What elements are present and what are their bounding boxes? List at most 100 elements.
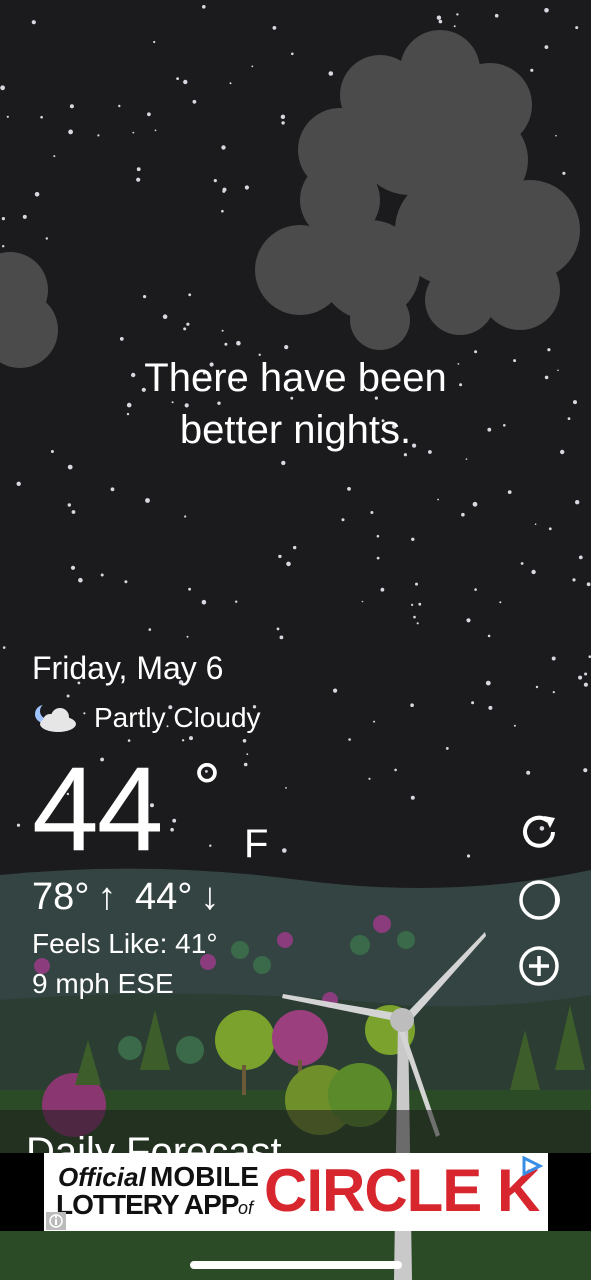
- star: [547, 348, 551, 352]
- star: [507, 490, 512, 494]
- star: [272, 26, 277, 30]
- star: [70, 565, 76, 570]
- message-line-2: better nights.: [179, 408, 412, 452]
- star: [242, 739, 247, 743]
- temperature-unit-toggle[interactable]: F: [244, 822, 268, 867]
- star: [373, 720, 376, 723]
- condition-row: Partly Cloudy: [32, 700, 261, 736]
- moon-phase-button[interactable]: [515, 876, 563, 924]
- night-scene-background: [0, 0, 591, 1280]
- refresh-button[interactable]: [515, 808, 563, 856]
- star: [183, 327, 187, 331]
- star: [186, 635, 189, 638]
- star: [415, 582, 418, 586]
- star: [281, 460, 286, 466]
- star: [186, 322, 190, 326]
- star: [118, 104, 121, 108]
- star: [472, 501, 478, 507]
- low-temperature: 44°: [135, 876, 193, 918]
- star: [0, 85, 5, 91]
- star: [291, 52, 294, 56]
- star: [68, 129, 73, 135]
- star: [413, 615, 416, 619]
- star: [551, 656, 556, 661]
- star: [583, 682, 589, 687]
- condition-label: Partly Cloudy: [94, 702, 261, 733]
- ad-brand-logo: CIRCLE K: [264, 1157, 540, 1224]
- adchoices-icon[interactable]: [520, 1156, 544, 1176]
- star: [251, 65, 254, 68]
- star: [410, 703, 414, 707]
- star: [209, 844, 212, 847]
- moon-phase-icon: [519, 880, 560, 920]
- star: [276, 627, 280, 631]
- star: [333, 688, 338, 693]
- degree-symbol: °: [193, 749, 221, 827]
- star: [370, 511, 374, 514]
- star: [286, 561, 291, 567]
- star: [544, 8, 549, 13]
- star: [416, 622, 419, 625]
- star: [555, 134, 557, 137]
- star: [520, 562, 524, 565]
- star: [361, 600, 364, 603]
- star: [181, 739, 185, 742]
- star: [368, 777, 371, 780]
- feels-like: Feels Like: 41°: [32, 928, 218, 959]
- star: [243, 762, 248, 767]
- ad-info-icon[interactable]: [46, 1212, 66, 1230]
- star: [162, 314, 168, 320]
- star: [572, 578, 576, 582]
- ad-text-mobile: MOBILE: [150, 1161, 259, 1192]
- star: [583, 768, 588, 773]
- star: [418, 602, 422, 606]
- star: [285, 787, 287, 789]
- star: [16, 823, 21, 827]
- star: [67, 503, 72, 507]
- star: [192, 99, 197, 104]
- add-location-button[interactable]: [515, 942, 563, 990]
- refresh-icon: [523, 815, 555, 848]
- star: [221, 329, 224, 332]
- star: [2, 646, 6, 649]
- star: [188, 293, 192, 297]
- star: [445, 747, 449, 750]
- star: [578, 555, 583, 560]
- star: [530, 68, 534, 72]
- star: [136, 177, 141, 182]
- star: [22, 214, 27, 219]
- star: [328, 71, 334, 76]
- star: [154, 129, 157, 132]
- forecast-title[interactable]: Daily Forecast: [26, 1130, 282, 1154]
- high-temperature: 78°: [32, 876, 90, 918]
- star: [147, 112, 151, 117]
- star: [526, 770, 531, 775]
- star: [100, 573, 104, 577]
- star: [485, 680, 491, 686]
- star: [136, 167, 141, 172]
- star: [189, 736, 193, 741]
- star: [224, 342, 228, 346]
- star: [438, 19, 443, 24]
- star: [279, 635, 284, 640]
- star: [45, 237, 48, 240]
- star: [487, 634, 491, 638]
- ad-text-of: of: [238, 1198, 254, 1218]
- star: [562, 171, 566, 175]
- star: [282, 848, 287, 853]
- star: [145, 498, 150, 503]
- star: [229, 82, 232, 85]
- home-indicator[interactable]: [190, 1261, 402, 1269]
- ad-text-lottery-app: LOTTERY APP: [56, 1189, 239, 1220]
- star: [53, 155, 56, 158]
- ad-text-official: Official: [58, 1162, 146, 1192]
- star: [456, 13, 459, 16]
- star: [170, 827, 174, 832]
- star: [548, 527, 552, 531]
- star: [535, 685, 539, 689]
- star: [119, 337, 124, 341]
- star: [281, 121, 285, 125]
- star: [465, 458, 468, 460]
- star: [222, 189, 226, 193]
- star: [466, 618, 471, 623]
